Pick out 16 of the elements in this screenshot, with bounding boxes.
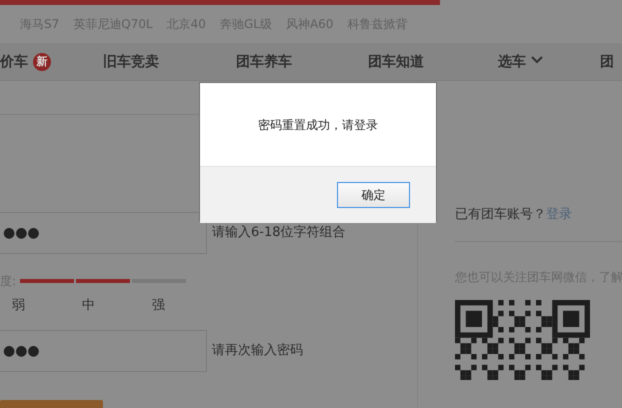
strength-level-label: 弱 bbox=[12, 297, 26, 315]
account-text: 已有团车账号？登录 bbox=[455, 206, 573, 224]
dialog-message: 密码重置成功，请登录 bbox=[257, 117, 379, 134]
ok-button[interactable]: 确定 bbox=[337, 182, 410, 208]
nav-item[interactable]: 旧车竞卖 bbox=[103, 52, 159, 73]
login-link[interactable]: 登录 bbox=[546, 207, 572, 222]
nav-item[interactable]: 团车知道 bbox=[368, 52, 424, 73]
field-hint: 请再次输入密码 bbox=[212, 342, 303, 360]
nav-item[interactable]: 团 bbox=[600, 52, 614, 73]
nav-item[interactable]: 选车 bbox=[498, 52, 543, 73]
strength-level-label: 强 bbox=[152, 297, 166, 315]
confirm-password-field[interactable]: ●●● bbox=[0, 330, 207, 372]
field-hint: 请输入6-18位字符组合 bbox=[212, 224, 346, 242]
new-badge: 新 bbox=[33, 53, 51, 71]
strength-level-label: 中 bbox=[82, 297, 96, 315]
nav-item[interactable]: 团车养车 bbox=[236, 52, 292, 73]
